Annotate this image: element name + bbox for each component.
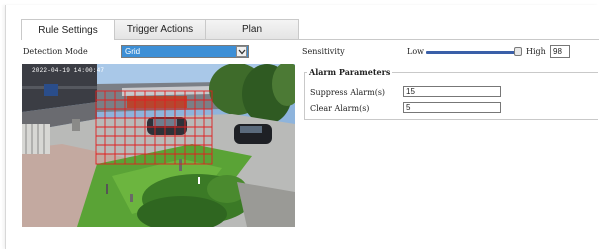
tab-plan[interactable]: Plan [205, 19, 299, 39]
tab-rule-settings[interactable]: Rule Settings [21, 19, 115, 40]
tab-bar: Rule Settings Trigger Actions Plan [21, 19, 299, 40]
detection-mode-label: Detection Mode [23, 47, 88, 56]
sensitivity-slider-handle[interactable] [514, 47, 522, 56]
clear-alarm-input[interactable]: 5 [403, 102, 501, 113]
detection-mode-select[interactable]: Grid [121, 45, 249, 58]
camera-preview[interactable]: 2022-04-19 14:00:47 [22, 64, 295, 227]
alarm-parameters-title: Alarm Parameters [307, 67, 393, 77]
tab-trigger-actions[interactable]: Trigger Actions [114, 19, 206, 39]
clear-alarm-label: Clear Alarm(s) [310, 104, 370, 113]
detection-mode-value: Grid [125, 47, 141, 56]
sensitivity-high-label: High [526, 47, 546, 56]
chevron-down-icon[interactable] [236, 46, 247, 57]
sensitivity-value-input[interactable]: 98 [550, 45, 570, 58]
suppress-alarm-label: Suppress Alarm(s) [310, 88, 386, 97]
sensitivity-low-label: Low [407, 47, 424, 56]
camera-scene [22, 64, 295, 227]
suppress-alarm-input[interactable]: 15 [403, 86, 501, 97]
sensitivity-label: Sensitivity [302, 47, 345, 56]
sensitivity-slider-track[interactable] [426, 51, 520, 54]
video-timestamp: 2022-04-19 14:00:47 [32, 67, 105, 74]
